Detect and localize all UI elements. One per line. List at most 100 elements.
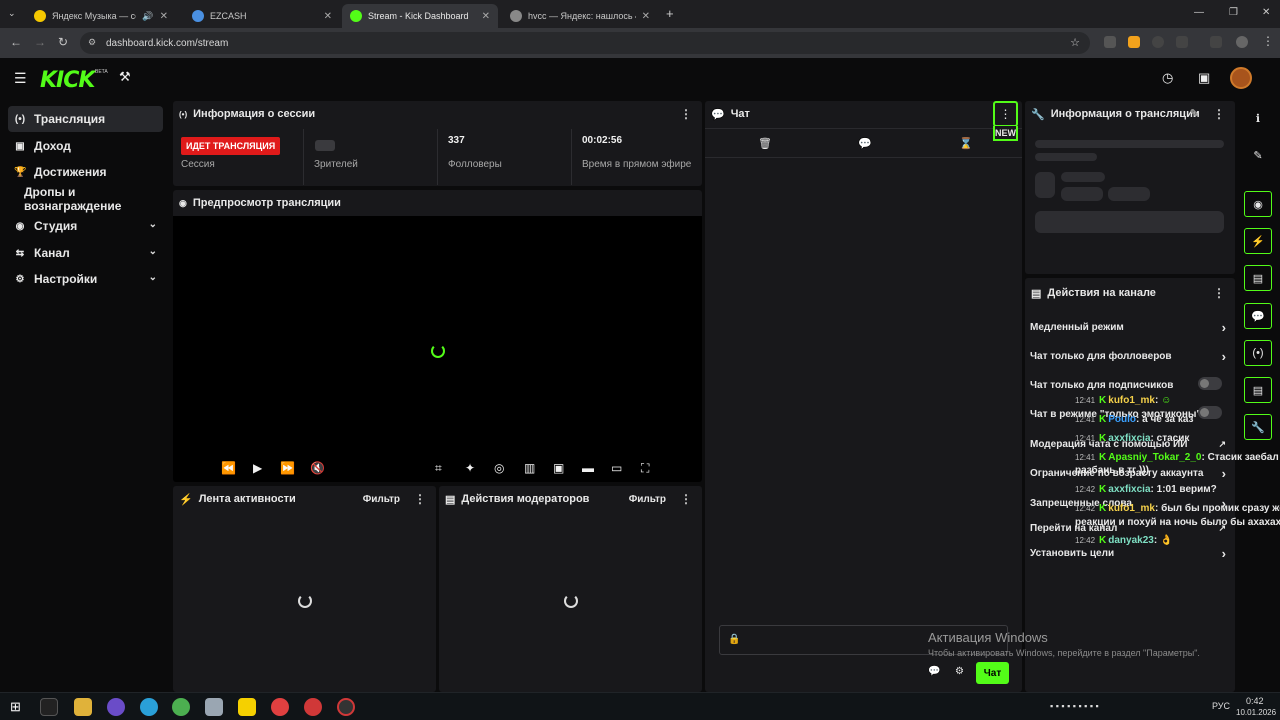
app-icon[interactable] bbox=[238, 698, 256, 716]
hamburger-menu-icon[interactable]: ☰ bbox=[14, 70, 27, 87]
message-user[interactable]: Poulo bbox=[1108, 414, 1136, 425]
close-tab-icon[interactable]: ✕ bbox=[324, 11, 332, 22]
tab-yandex-music[interactable]: Яндекс Музыка — собирае 🔊 ✕ bbox=[26, 4, 176, 28]
info-icon[interactable]: ℹ bbox=[1244, 105, 1272, 131]
sidebar-item-studio[interactable]: ◉ Студия ⌄ bbox=[8, 213, 163, 239]
new-tab-icon[interactable]: + bbox=[666, 6, 674, 21]
mute-icon[interactable]: 🔇 bbox=[310, 461, 325, 475]
extension-icon[interactable] bbox=[1152, 36, 1164, 48]
fullscreen-icon[interactable]: ⛶ bbox=[641, 461, 649, 476]
message-user[interactable]: kufo1_mk bbox=[1108, 503, 1155, 514]
settings-icon[interactable]: ⚙ bbox=[955, 666, 964, 677]
sidebar-item-drops[interactable]: Дропы и вознаграждение bbox=[8, 185, 163, 213]
extensions-puzzle-icon[interactable] bbox=[1176, 36, 1188, 48]
close-window-icon[interactable]: ✕ bbox=[1262, 7, 1270, 18]
close-tab-icon[interactable]: ✕ bbox=[482, 11, 490, 22]
forward-icon[interactable]: → bbox=[34, 35, 46, 49]
chat-bubble-icon[interactable]: 💬 bbox=[1244, 303, 1272, 329]
wide-icon[interactable]: ▭ bbox=[611, 461, 622, 475]
action-followers-only[interactable]: Чат только для фолловеров › bbox=[1030, 349, 1228, 364]
minimize-icon[interactable]: — bbox=[1194, 7, 1204, 18]
filter-button[interactable]: Фильтр bbox=[363, 494, 400, 505]
broadcast-icon[interactable]: (•) bbox=[1244, 340, 1272, 366]
message-user[interactable]: kufo1_mk bbox=[1108, 395, 1155, 406]
message-user[interactable]: axxfixcia bbox=[1108, 484, 1150, 495]
message-user[interactable]: danyak23 bbox=[1108, 535, 1154, 546]
language-indicator[interactable]: РУС bbox=[1212, 701, 1230, 711]
chat-bubble-icon[interactable]: 💬 bbox=[858, 137, 872, 150]
tab-list-icon[interactable]: ⌄ bbox=[8, 8, 16, 19]
file-explorer-icon[interactable] bbox=[74, 698, 92, 716]
rewind-icon[interactable]: ⏪ bbox=[221, 461, 236, 475]
chat-more-options-icon[interactable]: ⋮ bbox=[993, 101, 1018, 127]
telegram-icon[interactable] bbox=[140, 698, 158, 716]
bolt-icon[interactable]: ⚡ bbox=[1244, 228, 1272, 254]
browser-menu-icon[interactable]: ⋮ bbox=[1262, 34, 1274, 48]
kick-logo[interactable]: KICK bbox=[40, 68, 95, 93]
target-icon[interactable]: ◎ bbox=[494, 461, 504, 475]
site-info-icon[interactable]: ⚙ bbox=[88, 37, 96, 48]
extension-icon[interactable] bbox=[1104, 36, 1116, 48]
reading-list-icon[interactable] bbox=[1210, 36, 1222, 48]
wrench-icon[interactable]: 🔧 bbox=[1244, 414, 1272, 440]
message-user[interactable]: axxfixcia bbox=[1108, 433, 1150, 444]
channel-actions-icon[interactable]: ▤ bbox=[1244, 377, 1272, 403]
more-options-icon[interactable]: ⋮ bbox=[1213, 286, 1225, 300]
more-options-icon[interactable]: ⋮ bbox=[1213, 107, 1225, 121]
hourglass-icon[interactable]: ⌛ bbox=[959, 137, 973, 150]
terminal-icon[interactable] bbox=[40, 698, 58, 716]
pip-icon[interactable]: ▣ bbox=[553, 461, 564, 475]
action-slow-mode[interactable]: Медленный режим › bbox=[1030, 320, 1228, 335]
send-chat-button[interactable]: Чат bbox=[976, 662, 1009, 684]
theater-icon[interactable]: ▬ bbox=[582, 461, 594, 475]
tab-yandex-search[interactable]: hvcc — Яндекс: нашлось 4 млн ✕ bbox=[502, 4, 658, 28]
sparkle-icon[interactable]: ✦ bbox=[465, 461, 475, 475]
chrome-icon[interactable] bbox=[271, 698, 289, 716]
fast-forward-icon[interactable]: ⏩ bbox=[280, 461, 295, 475]
windows-start-icon[interactable]: ⊞ bbox=[10, 699, 21, 715]
pencil-icon[interactable]: ✎ bbox=[1244, 142, 1272, 168]
audio-icon[interactable]: 🔊 bbox=[142, 11, 153, 22]
wallet-icon[interactable]: ▣ bbox=[1198, 70, 1210, 86]
sidebar-item-income[interactable]: ▣ Доход bbox=[8, 133, 163, 159]
message-user[interactable]: Apasniy_Tokar_2_0 bbox=[1108, 452, 1201, 463]
action-set-goals[interactable]: Установить цели › bbox=[1030, 546, 1228, 561]
close-tab-icon[interactable]: ✕ bbox=[160, 11, 168, 22]
profile-avatar-icon[interactable] bbox=[1236, 36, 1248, 48]
subscribers-only-toggle[interactable] bbox=[1198, 377, 1222, 390]
app-icon[interactable] bbox=[107, 698, 125, 716]
tab-ezcash[interactable]: EZCASH ✕ bbox=[184, 4, 340, 28]
edit-icon[interactable]: ✎ bbox=[1190, 107, 1199, 120]
more-options-icon[interactable]: ⋮ bbox=[414, 492, 426, 506]
trash-icon[interactable]: 🗑 bbox=[758, 137, 772, 150]
more-options-icon[interactable]: ⋮ bbox=[680, 107, 692, 121]
preview-toggle-icon[interactable]: ◉ bbox=[1244, 191, 1272, 217]
bookmark-star-icon[interactable]: ☆ bbox=[1070, 36, 1080, 49]
play-icon[interactable]: ▶ bbox=[253, 461, 262, 475]
app-icon[interactable] bbox=[205, 698, 223, 716]
back-icon[interactable]: ← bbox=[10, 35, 22, 49]
close-tab-icon[interactable]: ✕ bbox=[642, 11, 650, 22]
more-options-icon[interactable]: ⋮ bbox=[680, 492, 692, 506]
chrome-icon[interactable] bbox=[172, 698, 190, 716]
maximize-icon[interactable]: ❐ bbox=[1229, 7, 1238, 18]
emote-only-toggle[interactable] bbox=[1198, 406, 1222, 419]
app-icon[interactable] bbox=[337, 698, 355, 716]
tray-icons[interactable]: ▪ ▪ ▪ ▪ ▪ ▪ ▪ ▪ ▪ bbox=[1050, 701, 1099, 711]
sidebar-item-channel[interactable]: ⇆ Канал ⌄ bbox=[8, 240, 163, 266]
creator-tools-icon[interactable]: ⚒ bbox=[119, 69, 131, 85]
crop-icon[interactable]: ⌗ bbox=[435, 461, 442, 476]
emote-icon[interactable]: 💬 bbox=[928, 666, 940, 677]
clock-time[interactable]: 0:42 bbox=[1246, 696, 1264, 706]
sidebar-item-settings[interactable]: ⚙ Настройки ⌄ bbox=[8, 266, 163, 292]
tab-kick-dashboard[interactable]: Stream - Kick Dashboard ✕ bbox=[342, 4, 498, 28]
sidebar-item-broadcast[interactable]: (•) Трансляция bbox=[8, 106, 163, 132]
document-icon[interactable]: ▤ bbox=[1244, 265, 1272, 291]
stats-icon[interactable]: ▥ bbox=[524, 461, 535, 475]
extension-icon[interactable] bbox=[1128, 36, 1140, 48]
clock-icon[interactable]: ◷ bbox=[1162, 70, 1173, 86]
chrome-icon[interactable] bbox=[304, 698, 322, 716]
action-subscribers-only[interactable]: Чат только для подписчиков bbox=[1030, 377, 1228, 391]
address-bar[interactable]: ⚙ dashboard.kick.com/stream ☆ bbox=[80, 32, 1090, 54]
sidebar-item-achievements[interactable]: 🏆 Достижения bbox=[8, 159, 163, 185]
